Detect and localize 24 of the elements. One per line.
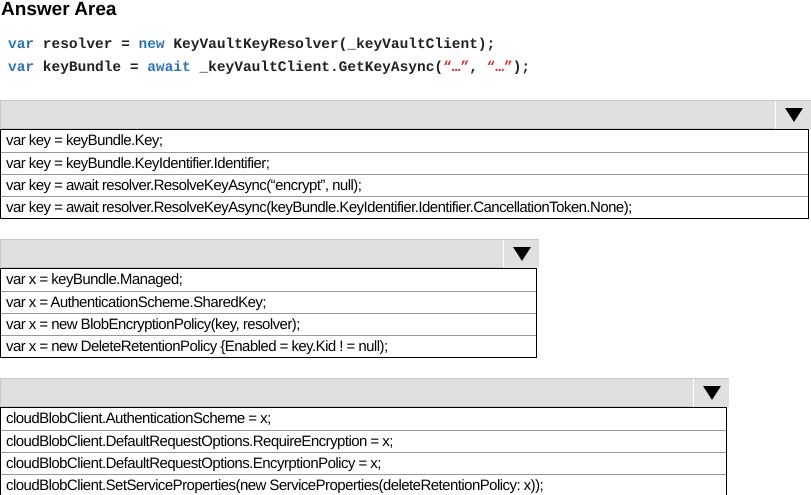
dropdown-button[interactable] [693, 379, 729, 407]
dropdown-field[interactable] [0, 239, 539, 268]
code-line: var keyBundle = await _keyVaultClient.GetKeyAsync(“…”, “…”); [8, 59, 532, 78]
caret-icon [702, 385, 722, 401]
dropdown-option[interactable]: var key = await resolver.ResolveKeyAsync(keyBundle.KeyIdentifier.Identifier.CancellationToken.None); [1, 196, 808, 218]
dropdown-option[interactable]: cloudBlobClient.AuthenticationScheme = x; [1, 408, 726, 430]
dropdown-option[interactable]: cloudBlobClient.DefaultRequestOptions.RequireEncryption = x; [1, 430, 726, 452]
dropdown-button[interactable] [775, 101, 811, 129]
dropdown-field[interactable] [0, 378, 729, 407]
dropdown-option[interactable]: var x = new DeleteRetentionPolicy {Enabled = key.Kid ! = null); [1, 335, 536, 357]
dropdown-option[interactable]: var x = new BlobEncryptionPolicy(key, resolver); [1, 313, 536, 335]
dropdown-option[interactable]: var x = AuthenticationScheme.SharedKey; [1, 291, 536, 313]
dropdown-option[interactable]: cloudBlobClient.DefaultRequestOptions.EncyrptionPolicy = x; [1, 452, 726, 474]
dropdown-option[interactable]: cloudBlobClient.SetServiceProperties(new ServiceProperties(deleteRetentionPolicy: x)); [1, 474, 726, 495]
dropdown-option[interactable]: var x = keyBundle.Managed; [1, 269, 536, 291]
dropdown-button[interactable] [503, 240, 539, 268]
dropdown-field[interactable] [0, 100, 811, 129]
code-line: var resolver = new KeyVaultKeyResolver(_keyVaultClient); [8, 36, 496, 55]
dropdown-option[interactable]: var key = keyBundle.KeyIdentifier.Identifier; [1, 152, 808, 174]
dropdown-option[interactable]: var key = keyBundle.Key; [1, 130, 808, 152]
caret-icon [512, 246, 532, 262]
caret-icon [784, 107, 804, 123]
dropdown-option[interactable]: var key = await resolver.ResolveKeyAsync(“encrypt”, null); [1, 174, 808, 196]
answer-area-title: Answer Area [0, 0, 118, 20]
